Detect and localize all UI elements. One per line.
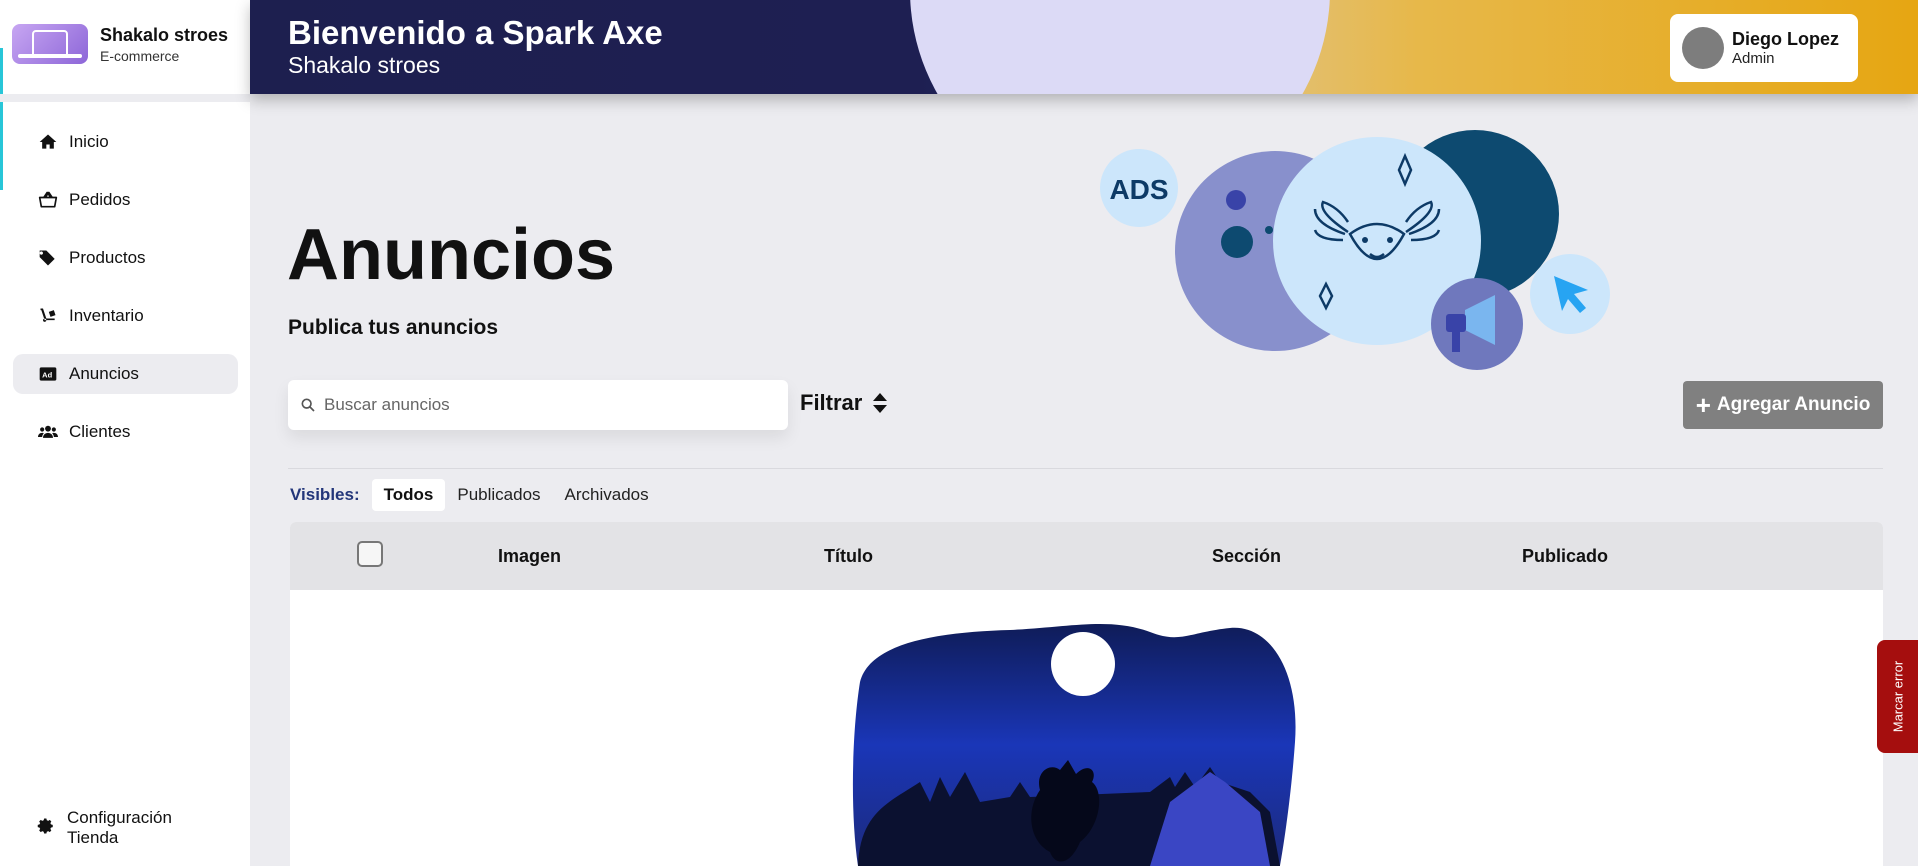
basket-icon	[37, 189, 59, 211]
users-icon	[37, 421, 59, 443]
table-header: Imagen Título Sección Publicado	[290, 522, 1883, 590]
plus-icon: +	[1695, 389, 1711, 420]
select-all-checkbox[interactable]	[357, 541, 383, 567]
sort-icon	[873, 393, 888, 413]
column-header-seccion[interactable]: Sección	[1212, 546, 1281, 567]
search-box[interactable]	[288, 380, 788, 430]
sidebar-item-label: Anuncios	[69, 364, 139, 383]
avatar	[1682, 27, 1724, 69]
home-icon	[37, 131, 59, 153]
report-error-label: Marcar error	[1890, 660, 1906, 733]
tab-todos[interactable]: Todos	[371, 479, 446, 511]
sidebar-item-label: Inventario	[69, 306, 144, 325]
sidebar-item-productos[interactable]: Productos	[13, 238, 238, 278]
visibility-tabs: Visibles: Todos Publicados Archivados	[290, 478, 661, 512]
svg-text:Ad: Ad	[42, 370, 52, 379]
sidebar-divider	[0, 94, 250, 102]
search-input[interactable]	[324, 395, 764, 415]
top-banner: Bienvenido a Spark Axe Shakalo stroes Di…	[250, 0, 1918, 94]
visibility-label: Visibles:	[290, 485, 360, 504]
sidebar-nav: Inicio Pedidos Productos Inventario Ad A…	[13, 122, 238, 470]
filter-button[interactable]: Filtrar	[800, 390, 888, 416]
ads-table: Imagen Título Sección Publicado	[290, 522, 1883, 866]
tab-publicados[interactable]: Publicados	[445, 479, 552, 511]
section-divider	[288, 468, 1883, 469]
welcome-title: Bienvenido a Spark Axe	[288, 14, 663, 51]
column-header-imagen[interactable]: Imagen	[498, 546, 561, 567]
sidebar-item-label: Inicio	[69, 132, 109, 151]
sidebar-item-pedidos[interactable]: Pedidos	[13, 180, 238, 220]
tab-archivados[interactable]: Archivados	[553, 479, 661, 511]
welcome-subtitle: Shakalo stroes	[288, 52, 441, 78]
page-title: Anuncios	[287, 215, 616, 295]
sidebar-item-label: Pedidos	[69, 190, 131, 209]
tags-icon	[37, 247, 59, 269]
store-settings-link[interactable]: Configuración Tienda	[37, 808, 187, 848]
store-subtitle: E-commerce	[100, 47, 180, 64]
ads-badge-text: ADS	[1109, 174, 1168, 205]
user-role: Admin	[1732, 50, 1775, 67]
user-name: Diego Lopez	[1732, 29, 1839, 49]
ads-illustration: ADS	[1100, 130, 1610, 370]
filter-label: Filtrar	[800, 390, 863, 415]
sidebar-item-label: Productos	[69, 248, 146, 267]
page-subtitle: Publica tus anuncios	[288, 316, 499, 339]
sidebar-item-anuncios[interactable]: Ad Anuncios	[13, 354, 238, 394]
sidebar-item-clientes[interactable]: Clientes	[13, 412, 238, 452]
settings-label: Configuración Tienda	[67, 808, 172, 847]
column-header-publicado[interactable]: Publicado	[1522, 546, 1608, 567]
search-icon	[301, 398, 315, 412]
sidebar: Shakalo stroes E-commerce Inicio Pedidos…	[0, 0, 250, 866]
dolly-icon	[37, 305, 59, 327]
sidebar-item-label: Clientes	[69, 422, 131, 441]
store-logo	[12, 24, 88, 64]
add-ad-label: Agregar Anuncio	[1716, 394, 1871, 415]
sidebar-item-inicio[interactable]: Inicio	[13, 122, 238, 162]
empty-state-illustration	[852, 623, 1296, 866]
sidebar-accent-bar	[0, 48, 3, 190]
user-profile-card[interactable]: Diego Lopez Admin	[1670, 14, 1858, 82]
store-name: Shakalo stroes	[100, 24, 229, 45]
sidebar-item-inventario[interactable]: Inventario	[13, 296, 238, 336]
brand[interactable]: Shakalo stroes E-commerce	[12, 24, 228, 64]
column-header-titulo[interactable]: Título	[824, 546, 873, 567]
report-error-button[interactable]: Marcar error	[1877, 640, 1918, 753]
gear-icon	[37, 817, 55, 840]
add-ad-button[interactable]: + Agregar Anuncio	[1683, 381, 1883, 429]
banner-decoration	[910, 0, 1330, 94]
ad-icon: Ad	[37, 363, 59, 385]
